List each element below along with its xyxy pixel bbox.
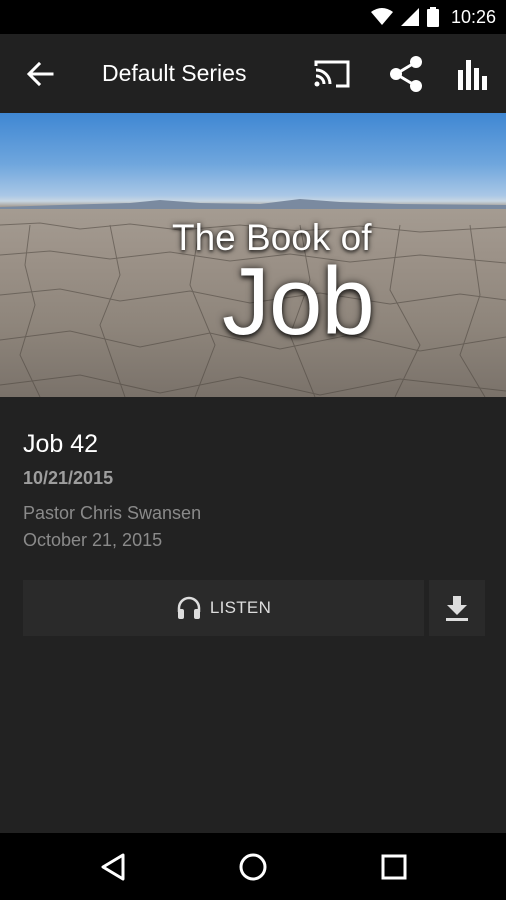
listen-label: LISTEN	[209, 598, 272, 617]
app-bar: Default Series	[0, 34, 506, 113]
sermon-title: Job 42	[23, 430, 99, 458]
download-button[interactable]	[429, 580, 485, 636]
headphones-icon	[177, 596, 201, 619]
wifi-icon	[370, 8, 393, 25]
listen-button[interactable]: LISTEN	[23, 580, 424, 636]
recents-square-icon[interactable]	[378, 851, 410, 883]
sermon-date: 10/21/2015	[23, 468, 114, 488]
system-nav-bar	[0, 833, 506, 900]
page-title: Default Series	[102, 60, 247, 86]
cast-icon[interactable]	[312, 56, 352, 92]
download-icon	[446, 596, 468, 621]
status-time: 10:26	[450, 6, 496, 27]
status-bar: 10:26	[0, 0, 506, 34]
sermon-long-date: October 21, 2015	[23, 530, 163, 550]
artwork-heading-line2: Job	[222, 248, 375, 355]
stats-icon[interactable]	[454, 56, 494, 92]
back-triangle-icon[interactable]	[97, 851, 129, 883]
cell-signal-icon	[400, 8, 419, 26]
back-arrow-icon[interactable]	[22, 56, 58, 92]
speaker-name: Pastor Chris Swansen	[23, 503, 202, 523]
battery-icon	[426, 7, 439, 27]
home-circle-icon[interactable]	[237, 851, 269, 883]
series-artwork: The Book of Job	[0, 113, 506, 397]
share-icon[interactable]	[386, 54, 426, 94]
